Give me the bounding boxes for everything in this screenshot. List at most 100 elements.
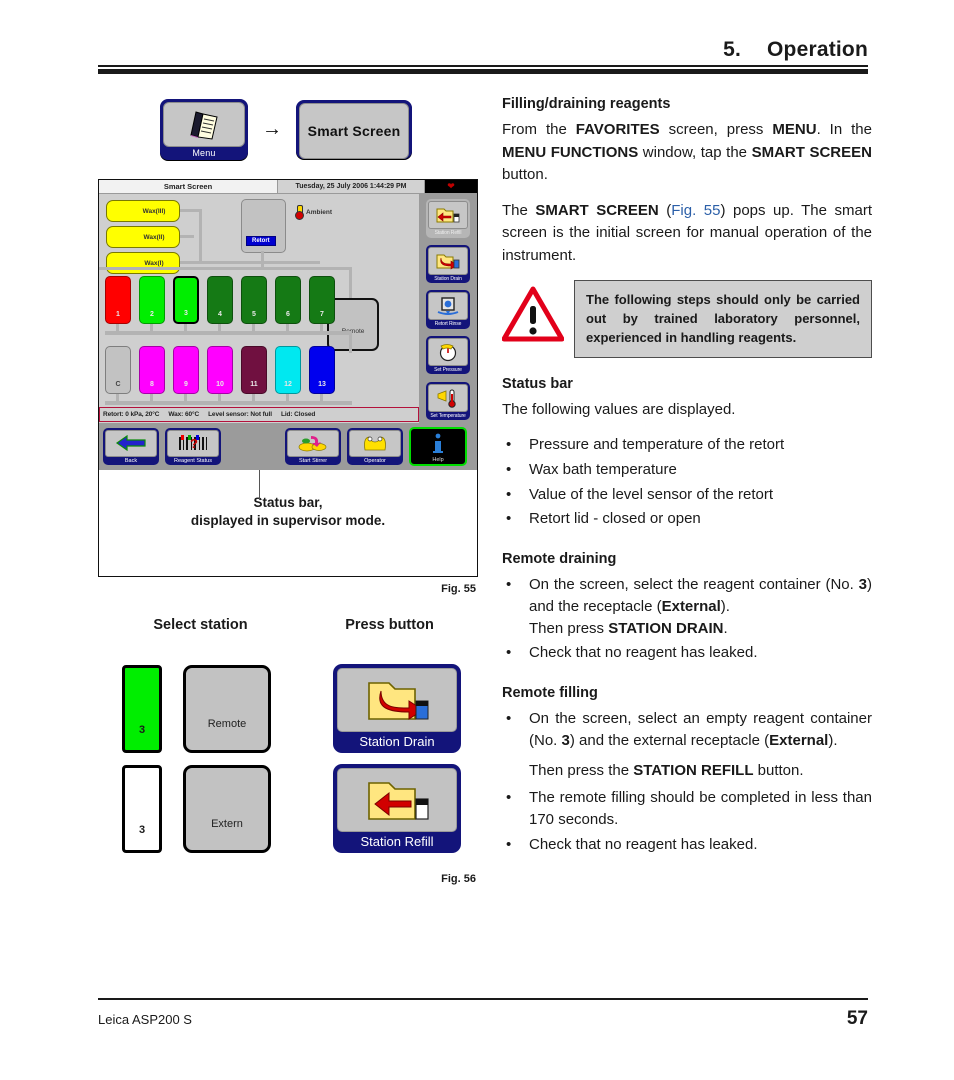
station-7-label: 7 [320,311,324,318]
station-c-label: C [115,381,121,388]
station-drain-icon [436,254,460,270]
smart-screen-ui: Smart Screen Tuesday, 25 July 2006 1:44:… [99,180,477,470]
rd-l2-t1: Then press [529,619,609,637]
station-6[interactable]: 6 [275,276,301,324]
station-11[interactable]: 11 [241,346,267,394]
p1-menu: MENU [772,121,817,138]
sidebar-set-temperature-button[interactable]: Set Temperature [426,381,470,420]
fig56-station-vial-drain[interactable]: 3 [122,664,162,753]
station-3[interactable]: 3 [173,276,199,324]
sidebar-station-drain-face [428,246,468,275]
footer-row: Leica ASP200 S 57 [98,1000,868,1030]
p2-smart-screen: SMART SCREEN [535,201,659,219]
station-drain-icon [368,682,429,721]
set-temperature-icon [437,389,456,408]
list-item: On the screen, select the reagent contai… [502,574,872,639]
fig56-remote-pad[interactable]: Remote [183,664,271,753]
station-8-label: 8 [150,381,154,388]
pipe-bus-right [349,331,352,353]
status-bar-intro: The following values are displayed. [502,400,736,418]
warning-triangle-icon [501,286,565,342]
station-1[interactable]: 1 [105,276,131,324]
list-item: On the screen, select an empty reagent c… [502,708,872,752]
smart-screen-button[interactable]: Smart Screen [296,99,412,159]
left-column: Menu → Smart Screen Smart Screen Tuesday… [98,96,480,885]
toolbar-start-stirrer-button[interactable]: Start Stirrer [285,427,341,466]
page-title: 5. Operation [98,38,868,65]
heading-status-bar: Status bar [502,375,573,392]
station-13[interactable]: 13 [309,346,335,394]
fig56-station-drain-button[interactable]: Station Drain [333,664,461,754]
toolbar-back-face [105,429,157,457]
list-item: Check that no reagent has leaked. [502,642,872,664]
menu-button-label: Menu [192,147,216,158]
toolbar-reagent-status-button[interactable]: ? Reagent Status [165,427,221,466]
rd-t3: ). [720,597,730,615]
set-pressure-icon [439,344,457,361]
toolbar-operator-button[interactable]: Operator [347,427,403,466]
thermometer-icon [295,205,304,220]
toolbar-help-label: Help [432,456,444,463]
fig56-station-refill-face [337,768,457,833]
chapter-number: 5. [723,38,742,61]
sidebar-set-pressure-button[interactable]: Set Pressure [426,335,470,375]
smart-screen-button-face: Smart Screen [299,102,409,159]
status-wax: Wax: 60°C [168,411,200,418]
station-10[interactable]: 10 [207,346,233,394]
station-7[interactable]: 7 [309,276,335,324]
toolbar-help-button[interactable]: Help [409,426,467,467]
station-8[interactable]: 8 [139,346,165,394]
sidebar-station-refill-face [428,201,468,229]
wax-station-2[interactable]: Wax(II) [106,226,180,248]
station-2[interactable]: 2 [139,276,165,324]
toolbar-help-face [413,430,463,456]
smart-screen-sidebar: Station Refill Station Drain Retort Rins… [419,194,477,424]
wax-station-3[interactable]: Wax(III) [106,200,180,222]
rd-l2-t2: . [723,619,728,637]
retort-block[interactable]: Retort [241,199,286,253]
fig56-extern-pad[interactable]: Extern [183,764,271,853]
smart-screen-datetime: Tuesday, 25 July 2006 1:44:29 PM [278,180,425,193]
station-11-label: 11 [250,381,258,388]
sidebar-retort-rinse-button[interactable]: Retort Rinse [426,290,470,329]
toolbar-back-button[interactable]: Back [103,427,159,466]
fig55-reference-link[interactable]: Fig. 55 [671,202,720,219]
smart-screen-title: Smart Screen [99,180,278,193]
list-item: Wax bath temperature [502,459,872,481]
rf-external: External [769,731,829,749]
warning-text: The following steps should only be carri… [574,280,872,358]
station-12[interactable]: 12 [275,346,301,394]
chapter-title: Operation [767,38,868,61]
p2-t1: The [502,201,536,219]
station-9[interactable]: 9 [173,346,199,394]
retort-label: Retort [246,236,276,246]
menu-button[interactable]: Menu [160,98,248,160]
page-footer: Leica ASP200 S 57 [98,998,868,1030]
p1-t2: screen, press [659,121,773,138]
toolbar-start-stirrer-label: Start Stirrer [298,457,328,464]
pipe-main-upper [99,267,352,270]
station-6-label: 6 [286,311,290,318]
fig56-head-press-button: Press button [345,616,434,633]
fig56-head-select-station: Select station [153,616,248,633]
start-stirrer-icon [298,436,327,452]
p1-favorites: FAVORITES [575,121,660,138]
rf-station-refill: STATION REFILL [633,761,754,779]
station-c[interactable]: C [105,346,131,394]
figure-56: Select station Press button 3 Remote Sta… [98,617,476,885]
smart-screen-diagram: Wax(III) Wax(II) Wax(I) Retort Ambient R… [99,194,419,424]
sidebar-station-drain-button[interactable]: Station Drain [426,244,470,284]
rd-line2: Then press STATION DRAIN. [529,618,872,640]
station-5[interactable]: 5 [241,276,267,324]
station-12-label: 12 [284,381,292,388]
station-4[interactable]: 4 [207,276,233,324]
status-lid: Lid: Closed [280,411,316,418]
station-refill-icon [436,208,460,223]
sidebar-station-refill-button[interactable]: Station Refill [426,199,470,238]
wax-station-1[interactable]: Wax(I) [106,252,180,274]
rf-i-t1: Then press the [529,761,634,779]
fig56-station-refill-button[interactable]: Station Refill [333,764,461,854]
p1-menu-functions: MENU FUNCTIONS [502,143,639,161]
fig56-station-vial-refill[interactable]: 3 [122,764,162,853]
pipe-wax-vertical [199,209,202,264]
